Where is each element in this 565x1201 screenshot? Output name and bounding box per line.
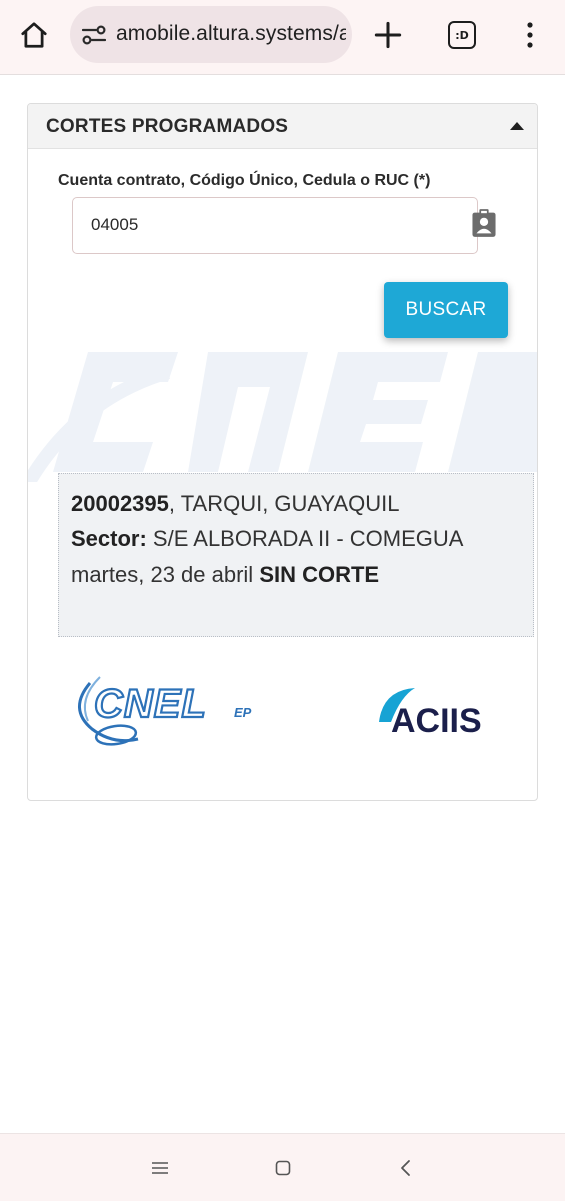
result-date-line: martes, 23 de abril SIN CORTE xyxy=(71,562,379,588)
background-watermark xyxy=(28,352,537,482)
plus-icon xyxy=(374,21,402,49)
tune-icon[interactable] xyxy=(82,24,106,46)
aciis-logo-text: ACIIS xyxy=(391,702,482,738)
cnel-logo-suffix: EP xyxy=(234,705,252,720)
menu-lines-icon xyxy=(152,1162,168,1174)
home-icon xyxy=(21,22,47,48)
account-input-wrapper[interactable] xyxy=(72,197,478,254)
tab-switcher-icon: :D xyxy=(448,21,476,49)
more-vert-icon xyxy=(527,22,533,48)
result-account-line: 20002395, TARQUI, GUAYAQUIL xyxy=(71,491,400,517)
account-location: , TARQUI, GUAYAQUIL xyxy=(168,491,400,516)
caret-up-icon[interactable] xyxy=(507,116,527,136)
back-button[interactable] xyxy=(390,1152,422,1184)
account-field-label: Cuenta contrato, Código Único, Cedula o … xyxy=(58,172,431,189)
browser-menu-button[interactable] xyxy=(508,13,552,57)
address-bar[interactable]: amobile.altura.systems/a xyxy=(70,6,352,63)
cut-status: SIN CORTE xyxy=(259,562,380,587)
search-button[interactable]: BUSCAR xyxy=(384,282,508,338)
account-number: 20002395 xyxy=(71,491,169,516)
scheduled-cuts-card: CORTES PROGRAMADOS Cuenta contrato, Códi… xyxy=(27,103,538,801)
result-panel: 20002395, TARQUI, GUAYAQUIL Sector: S/E … xyxy=(58,473,534,637)
card-title: CORTES PROGRAMADOS xyxy=(46,116,289,137)
new-tab-button[interactable] xyxy=(366,13,410,57)
browser-toolbar: amobile.altura.systems/a :D xyxy=(0,0,565,75)
system-home-button[interactable] xyxy=(267,1152,299,1184)
recent-apps-button[interactable] xyxy=(144,1152,176,1184)
sector-label: Sector: xyxy=(71,526,147,551)
cnel-ep-logo: CNEL EP xyxy=(78,676,252,746)
aciis-logo: ACIIS xyxy=(379,688,482,738)
contact-card-icon[interactable] xyxy=(470,208,498,238)
result-sector-line: Sector: S/E ALBORADA II - COMEGUA xyxy=(71,526,463,552)
tab-switcher-button[interactable]: :D xyxy=(440,13,484,57)
sector-value: S/E ALBORADA II - COMEGUA xyxy=(146,526,464,551)
account-input[interactable] xyxy=(73,198,471,251)
square-icon xyxy=(275,1160,291,1176)
home-button[interactable] xyxy=(12,13,56,57)
cut-date: martes, 23 de abril xyxy=(71,562,260,587)
cnel-logo-text: CNEL xyxy=(94,682,207,726)
system-navigation-bar xyxy=(0,1133,565,1201)
url-text[interactable]: amobile.altura.systems/a xyxy=(116,22,346,46)
card-header[interactable]: CORTES PROGRAMADOS xyxy=(28,104,537,149)
chevron-left-icon xyxy=(401,1160,410,1176)
